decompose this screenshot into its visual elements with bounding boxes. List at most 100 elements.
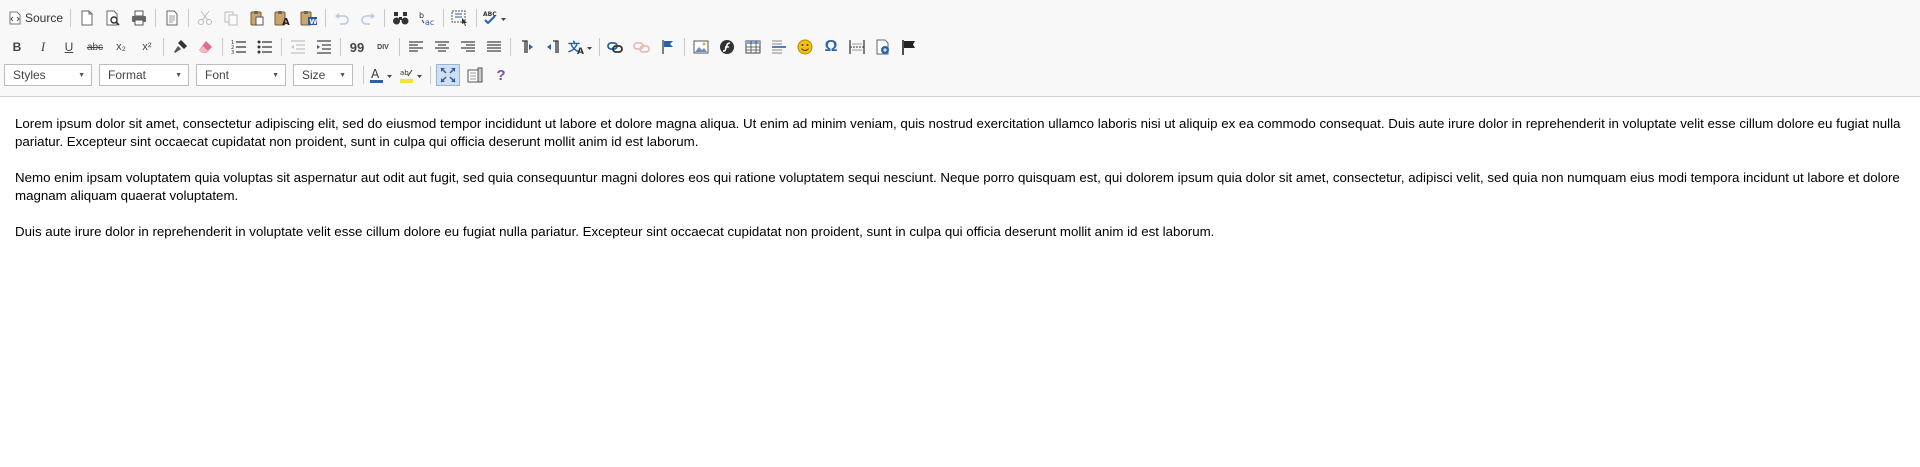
- iframe-button[interactable]: [870, 35, 896, 59]
- anchor-button[interactable]: [655, 35, 681, 59]
- language-button[interactable]: 文A: [566, 35, 596, 59]
- separator: [399, 38, 400, 56]
- paste-text-button[interactable]: A: [270, 6, 296, 30]
- new-page-button[interactable]: [74, 6, 100, 30]
- image-button[interactable]: [688, 35, 714, 59]
- bulleted-list-button[interactable]: [252, 35, 278, 59]
- ltr-button[interactable]: [514, 35, 540, 59]
- align-left-icon: [409, 41, 423, 52]
- maximize-icon: [440, 67, 456, 83]
- smiley-button[interactable]: [792, 35, 818, 59]
- align-right-button[interactable]: [455, 35, 481, 59]
- eraser-icon: [199, 41, 212, 53]
- templates-button[interactable]: [159, 6, 185, 30]
- flag-button[interactable]: [896, 35, 922, 59]
- align-left-button[interactable]: [403, 35, 429, 59]
- svg-text:A: A: [282, 17, 290, 26]
- svg-text:A: A: [577, 47, 584, 55]
- copy-formatting-button[interactable]: [167, 35, 193, 59]
- subscript-button[interactable]: x₂: [108, 35, 134, 59]
- align-center-button[interactable]: [429, 35, 455, 59]
- cut-button[interactable]: [192, 6, 218, 30]
- text-color-button[interactable]: A: [367, 63, 397, 87]
- separator: [325, 9, 327, 27]
- indent-button[interactable]: [311, 35, 337, 59]
- paste-button[interactable]: [244, 6, 270, 30]
- chevron-down-icon: ▼: [175, 71, 182, 79]
- copy-button[interactable]: [218, 6, 244, 30]
- undo-button[interactable]: [329, 6, 355, 30]
- blockquote-button[interactable]: 99: [344, 35, 370, 59]
- maximize-button[interactable]: [436, 64, 460, 86]
- justify-button[interactable]: [481, 35, 507, 59]
- paragraph[interactable]: Nemo enim ipsam voluptatem quia voluptas…: [15, 169, 1905, 205]
- table-icon: [745, 40, 761, 54]
- remove-format-button[interactable]: [193, 35, 219, 59]
- binoculars-icon: [393, 12, 409, 25]
- replace-button[interactable]: b ac: [414, 6, 440, 30]
- separator: [163, 38, 164, 56]
- flag-icon: [902, 40, 915, 55]
- svg-text:A: A: [371, 67, 380, 81]
- preview-button[interactable]: [100, 6, 126, 30]
- text-color-icon: A: [370, 67, 392, 83]
- bold-button[interactable]: B: [4, 35, 30, 59]
- superscript-button[interactable]: x²: [134, 35, 160, 59]
- separator: [684, 38, 685, 56]
- paste-text-icon: A: [274, 11, 290, 26]
- flash-button[interactable]: [714, 35, 740, 59]
- spellcheck-button[interactable]: ABC: [480, 6, 510, 30]
- outdent-button[interactable]: [285, 35, 311, 59]
- paragraph[interactable]: Duis aute irure dolor in reprehenderit i…: [15, 223, 1905, 241]
- numbered-list-button[interactable]: 123: [226, 35, 252, 59]
- size-dropdown[interactable]: Size ▼: [293, 64, 353, 86]
- separator: [384, 9, 386, 27]
- spellcheck-icon: ABC: [483, 11, 507, 25]
- page-break-button[interactable]: [844, 35, 870, 59]
- indent-icon: [317, 40, 331, 54]
- select-all-button[interactable]: [447, 6, 473, 30]
- toolbar-row-document: Source A W b ac ABC: [4, 5, 510, 31]
- create-div-button[interactable]: DIV: [370, 35, 396, 59]
- separator: [430, 66, 431, 84]
- document-body[interactable]: Lorem ipsum dolor sit amet, consectetur …: [15, 115, 1905, 259]
- separator: [476, 9, 478, 27]
- separator: [222, 38, 223, 56]
- separator: [443, 9, 445, 27]
- print-button[interactable]: [126, 6, 152, 30]
- undo-icon: [335, 13, 349, 25]
- separator: [188, 9, 190, 27]
- paste-word-button[interactable]: W: [296, 6, 322, 30]
- horizontal-line-icon: [772, 40, 786, 54]
- editor-content-area[interactable]: Lorem ipsum dolor sit amet, consectetur …: [0, 97, 1920, 467]
- background-color-button[interactable]: ab: [397, 63, 427, 87]
- table-button[interactable]: [740, 35, 766, 59]
- font-dropdown[interactable]: Font ▼: [196, 64, 286, 86]
- link-button[interactable]: [603, 35, 629, 59]
- underline-button[interactable]: U: [56, 35, 82, 59]
- toolbar-row-styles: Styles ▼ Format ▼ Font ▼ Size ▼ A ab ?: [4, 62, 514, 88]
- italic-button[interactable]: I: [30, 35, 56, 59]
- styles-dropdown-label: Styles: [13, 68, 46, 82]
- special-char-button[interactable]: Ω: [818, 35, 844, 59]
- redo-button[interactable]: [355, 6, 381, 30]
- help-button[interactable]: ?: [488, 63, 514, 87]
- show-blocks-button[interactable]: [462, 63, 488, 87]
- rtl-button[interactable]: [540, 35, 566, 59]
- styles-dropdown[interactable]: Styles ▼: [4, 64, 92, 86]
- find-button[interactable]: [388, 6, 414, 30]
- separator: [281, 38, 282, 56]
- flash-icon: [720, 40, 734, 54]
- unlink-icon: [633, 42, 650, 53]
- unlink-button[interactable]: [629, 35, 655, 59]
- paintbrush-icon: [174, 40, 187, 53]
- source-button[interactable]: Source: [4, 6, 67, 30]
- strikethrough-button[interactable]: abc: [82, 35, 108, 59]
- redo-icon: [361, 13, 376, 25]
- horizontal-rule-button[interactable]: [766, 35, 792, 59]
- paragraph[interactable]: Lorem ipsum dolor sit amet, consectetur …: [15, 115, 1905, 151]
- separator: [155, 9, 157, 27]
- format-dropdown[interactable]: Format ▼: [99, 64, 189, 86]
- font-dropdown-label: Font: [205, 68, 230, 82]
- select-all-icon: [451, 10, 468, 26]
